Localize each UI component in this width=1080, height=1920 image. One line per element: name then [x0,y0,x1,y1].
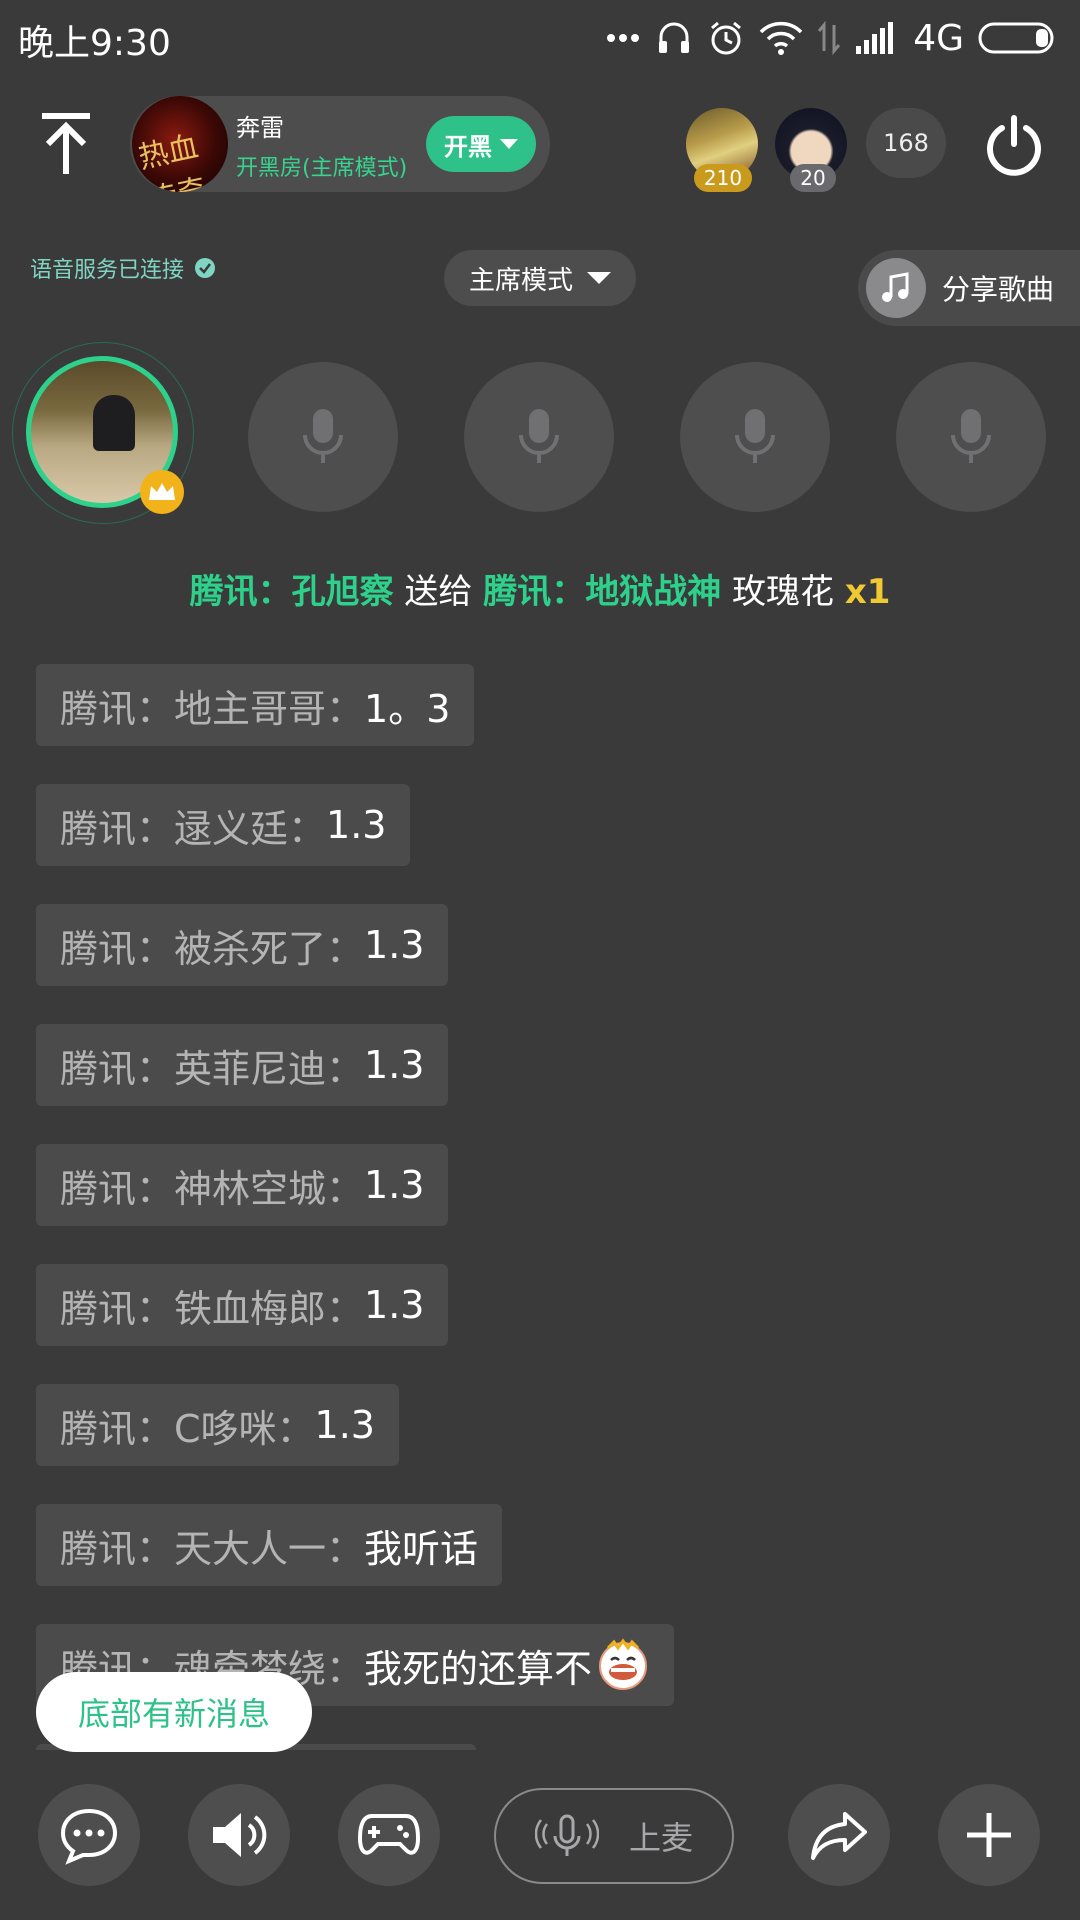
chat-text: 1.3 [364,1163,425,1207]
crown-icon [140,470,184,514]
data-arrows-icon [818,21,841,55]
gift-verb: 送给 [404,572,473,612]
share-button[interactable] [788,1784,890,1886]
kaihei-button[interactable]: 开黑 [426,116,536,172]
mic-up-label: 上麦 [628,1819,693,1857]
chat-sender: 腾讯：地主哥哥： [60,686,365,731]
room-avatar: 热血传奇 [132,96,228,192]
mic-up-button[interactable]: 上麦 [494,1788,734,1884]
chat-message: 腾讯：被杀死了： 1.3 [36,904,449,986]
microphone-icon [735,409,775,463]
chat-sender: 腾讯：铁血梅郎： [60,1286,365,1331]
chat-sender: 腾讯：C哆咪： [60,1406,315,1451]
microphone-icon [951,409,991,463]
viewer-count[interactable]: 168 [866,108,946,178]
gift-item: 玫瑰花 [732,572,835,612]
status-bar: 晚上9:30 4G [0,0,1080,76]
grin-emoji-icon [599,1638,648,1690]
kaihei-label: 开黑 [444,132,492,161]
gift-notice: 腾讯：孔旭察 送给 腾讯：地狱战神 玫瑰花 x1 [0,564,1080,613]
chat-sender: 腾讯：被杀死了： [60,926,365,971]
chat-text: 1.3 [364,1283,425,1327]
share-arrow-icon [811,1812,867,1860]
music-note-icon [866,258,926,318]
voice-status: 语音服务已连接 [30,252,216,284]
chat-text: 1。3 [364,686,451,731]
battery-icon [978,22,1054,54]
chat-text: 1.3 [364,923,425,967]
chat-text: 我听话 [364,1526,479,1571]
status-time: 晚上9:30 [18,23,171,64]
chat-message: 腾讯：天大人一： 我听话 [36,1504,503,1586]
chat-text: 1.3 [314,1403,375,1447]
alarm-icon [711,21,742,55]
more-button[interactable] [938,1784,1040,1886]
headset-icon [659,22,690,53]
chat-message: 腾讯：C哆咪： 1.3 [36,1384,399,1466]
top-user-badge-1: 210 [694,164,752,192]
mic-seat-5[interactable] [896,362,1046,512]
status-icons: 4G [605,14,1058,62]
mic-seat-4[interactable] [680,362,830,512]
chat-input-button[interactable] [38,1784,140,1886]
mode-select-label: 主席模式 [468,265,573,296]
mode-select[interactable]: 主席模式 [444,250,636,306]
voice-status-label: 语音服务已连接 [30,258,185,283]
plus-icon [967,1813,1011,1857]
chat-bubble-icon [60,1808,118,1865]
mic-seat-3[interactable] [464,362,614,512]
chat-message: 腾讯：英菲尼迪： 1.3 [36,1024,449,1106]
chat-message: 腾讯：逯义廷： 1.3 [36,784,411,866]
game-button[interactable] [338,1784,440,1886]
more-dots-icon [607,34,640,42]
room-mode: 开黑房(主席模式) [236,156,408,181]
speaker-icon [213,1813,267,1857]
wifi-icon [759,21,803,55]
gift-sender: 腾讯：孔旭察 [189,572,394,612]
minimize-room-button[interactable] [36,110,96,180]
share-song-label: 分享歌曲 [942,273,1055,306]
chat-sender: 腾讯：逯义廷： [60,806,327,851]
speaker-button[interactable] [188,1784,290,1886]
dropdown-caret-icon [500,139,518,149]
verified-check-icon [195,258,216,278]
chevron-down-icon [587,272,611,284]
chat-text: 1.3 [364,1043,425,1087]
room-avatar-logo-text: 热血传奇 [135,129,210,192]
network-label: 4G [913,17,964,59]
signal-icon [856,22,894,54]
room-name: 奔雷 [236,114,284,142]
exit-room-button[interactable] [982,114,1046,178]
host-photo-figure [93,395,135,451]
chat-message: 腾讯：神林空城： 1.3 [36,1144,449,1226]
chat-text: 我死的还算不 [364,1646,593,1691]
chat-sender: 腾讯：神林空城： [60,1166,365,1211]
power-icon [987,115,1041,176]
microphone-wave-icon [534,1814,599,1856]
chat-sender: 腾讯：天大人一： [60,1526,365,1571]
arrow-up-icon [42,113,90,174]
chat-sender: 腾讯：英菲尼迪： [60,1046,365,1091]
chat-text: 1.3 [326,803,387,847]
chat-list[interactable]: 腾讯：地主哥哥： 1。3 腾讯：逯义廷： 1.3 腾讯：被杀死了： 1.3 腾讯：英菲… [36,664,1036,1750]
chat-message: 腾讯：地主哥哥： 1。3 [36,664,475,746]
gamepad-icon [357,1814,421,1855]
microphone-icon [519,409,559,463]
microphone-icon [303,409,343,463]
gift-recipient: 腾讯：地狱战神 [483,572,722,612]
mic-seat-2[interactable] [248,362,398,512]
chat-message: 腾讯：铁血梅郎： 1.3 [36,1264,449,1346]
top-user-badge-2: 20 [790,164,836,192]
gift-quantity: x1 [844,572,891,612]
new-message-tip[interactable]: 底部有新消息 [36,1672,312,1752]
